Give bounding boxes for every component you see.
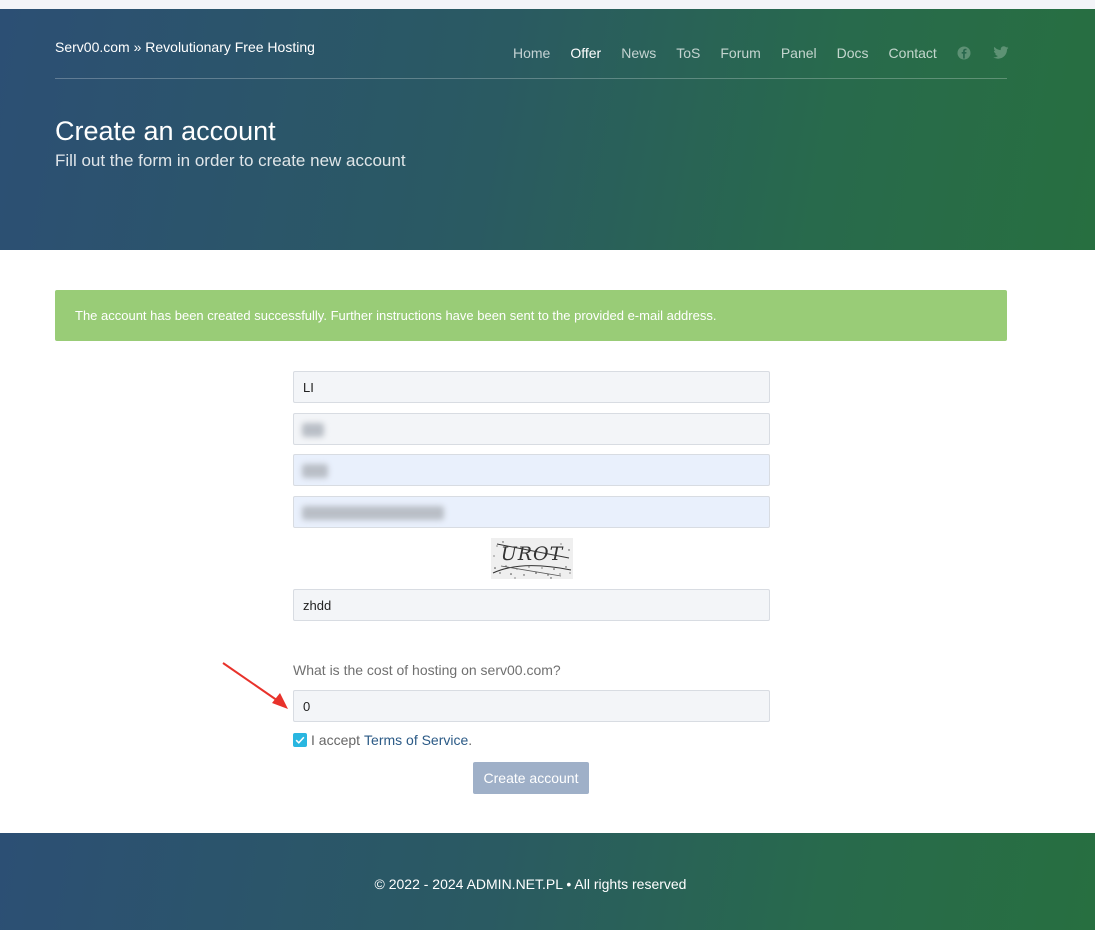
page-title: Create an account	[55, 116, 276, 146]
footer-copyright: © 2022 - 2024 ADMIN.NET.PL • All rights …	[374, 876, 687, 892]
email-field[interactable]	[293, 496, 770, 528]
terms-label: I accept	[311, 732, 361, 748]
username-field[interactable]	[293, 454, 770, 486]
nav-contact[interactable]: Contact	[889, 45, 937, 61]
question-answer-input[interactable]	[293, 690, 770, 722]
facebook-icon[interactable]	[957, 46, 971, 60]
first-name-field[interactable]	[293, 371, 770, 403]
captcha-text: UROT	[501, 543, 564, 565]
page-subtitle: Fill out the form in order to create new…	[55, 151, 406, 170]
annotation-arrow-icon	[222, 662, 288, 709]
terms-row: I accept Terms of Service .	[293, 732, 472, 748]
nav-tos[interactable]: ToS	[676, 45, 700, 61]
page-footer: © 2022 - 2024 ADMIN.NET.PL • All rights …	[0, 833, 1095, 930]
terms-suffix: .	[468, 732, 473, 748]
create-account-button[interactable]: Create account	[473, 762, 589, 794]
page-header: Serv00.com » Revolutionary Free Hosting …	[0, 9, 1095, 250]
captcha-input[interactable]	[293, 589, 770, 621]
redacted-blur	[302, 423, 324, 437]
check-icon	[295, 736, 305, 744]
nav-news[interactable]: News	[621, 45, 656, 61]
redacted-blur	[302, 506, 444, 520]
nav-docs[interactable]: Docs	[837, 45, 869, 61]
terms-checkbox[interactable]	[293, 733, 307, 747]
nav-home[interactable]: Home	[513, 45, 550, 61]
captcha-image: UROT	[491, 538, 573, 579]
browser-top-strip	[0, 0, 1095, 9]
site-brand[interactable]: Serv00.com » Revolutionary Free Hosting	[55, 39, 315, 55]
redacted-blur	[302, 464, 328, 478]
last-name-field[interactable]	[293, 413, 770, 445]
success-alert: The account has been created successfull…	[55, 290, 1007, 341]
terms-link[interactable]: Terms of Service	[364, 732, 468, 748]
nav-panel[interactable]: Panel	[781, 45, 817, 61]
main-nav: Home Offer News ToS Forum Panel Docs Con…	[513, 45, 1029, 61]
twitter-icon[interactable]	[993, 46, 1009, 60]
nav-forum[interactable]: Forum	[720, 45, 760, 61]
header-divider	[55, 78, 1007, 79]
nav-offer[interactable]: Offer	[570, 45, 601, 61]
security-question: What is the cost of hosting on serv00.co…	[293, 662, 561, 678]
